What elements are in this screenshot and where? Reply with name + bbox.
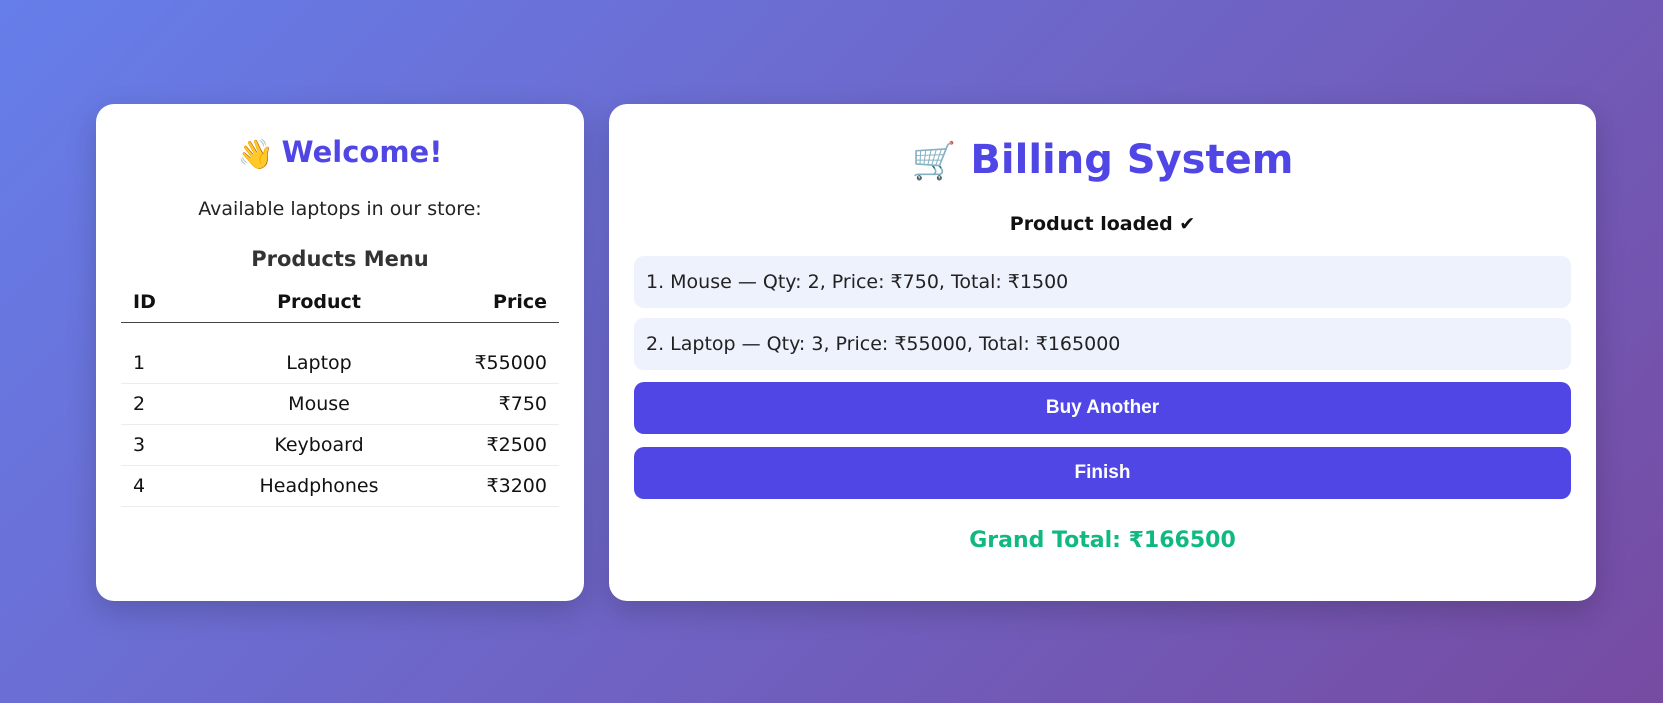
status-message: Product loaded ✔	[1009, 213, 1196, 235]
product-id: 4	[121, 465, 193, 507]
grand-total: Grand Total: ₹166500	[969, 528, 1236, 553]
table-row: 4 Headphones ₹3200	[121, 465, 559, 507]
welcome-heading: 👋 Welcome!	[96, 132, 584, 174]
column-header-price: Price	[445, 282, 559, 323]
product-name: Keyboard	[193, 424, 445, 466]
cart-item: 2. Laptop — Qty: 3, Price: ₹55000, Total…	[634, 318, 1571, 370]
product-id: 2	[121, 383, 193, 425]
waving-hand-icon: 👋	[237, 137, 274, 171]
product-name: Headphones	[193, 465, 445, 507]
table-spacer	[121, 323, 559, 344]
billing-panel: 🛒 Billing System Product loaded ✔ 1. Mous…	[609, 104, 1596, 601]
welcome-title-text: Welcome!	[281, 135, 443, 169]
products-menu-title: Products Menu	[251, 247, 429, 271]
product-name: Laptop	[193, 343, 445, 384]
product-price: ₹55000	[445, 343, 559, 384]
product-id: 3	[121, 424, 193, 466]
table-row: 2 Mouse ₹750	[121, 383, 559, 425]
table-header-row: ID Product Price	[121, 282, 559, 323]
table-row: 3 Keyboard ₹2500	[121, 424, 559, 466]
buy-another-button[interactable]: Buy Another	[634, 382, 1571, 434]
product-price: ₹750	[445, 383, 559, 425]
billing-heading: 🛒 Billing System	[609, 132, 1596, 190]
welcome-panel: 👋 Welcome! Available laptops in our store…	[96, 104, 584, 601]
column-header-id: ID	[121, 282, 193, 323]
column-header-product: Product	[193, 282, 445, 323]
product-name: Mouse	[193, 383, 445, 425]
shopping-cart-icon: 🛒	[911, 141, 957, 182]
product-id: 1	[121, 343, 193, 384]
products-table: ID Product Price 1 Laptop ₹55000 2 Mouse…	[121, 282, 559, 507]
welcome-subtitle: Available laptops in our store:	[198, 198, 482, 220]
billing-title-text: Billing System	[970, 137, 1294, 183]
product-price: ₹3200	[445, 465, 559, 507]
finish-button[interactable]: Finish	[634, 447, 1571, 499]
product-price: ₹2500	[445, 424, 559, 466]
table-row: 1 Laptop ₹55000	[121, 343, 559, 384]
cart-item: 1. Mouse — Qty: 2, Price: ₹750, Total: ₹…	[634, 256, 1571, 308]
